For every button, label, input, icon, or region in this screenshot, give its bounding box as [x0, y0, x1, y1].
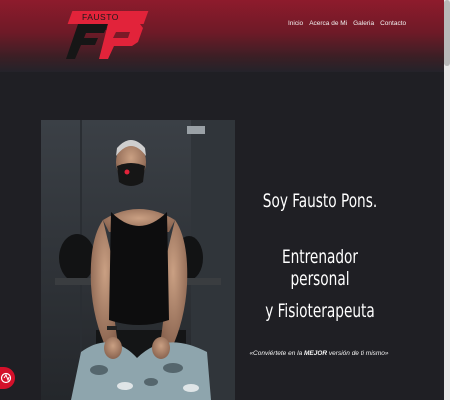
scrollbar-thumb[interactable]: [444, 0, 450, 66]
site-logo[interactable]: FAUSTO PONS: [64, 8, 149, 60]
fp-monogram-icon: [66, 24, 143, 59]
tagline-bold: MEJOR: [304, 350, 328, 357]
hero-tagline: «Conviértete en la MEJOR versión de ti m…: [244, 350, 394, 357]
tagline-pre: «Conviértete en la: [249, 350, 304, 357]
nav-acerca-de-mi[interactable]: Acerca de Mi: [309, 20, 347, 27]
main-nav: Inicio Acerca de Mi Galeria Contacto: [288, 20, 406, 27]
hero-line-2: Entrenador personal: [281, 246, 359, 290]
tagline-post: versión de ti mismo»: [327, 350, 389, 357]
scrollbar[interactable]: [444, 0, 450, 400]
trainer-photo-image: [41, 120, 235, 400]
site-header: FAUSTO PONS Inicio Acerca de Mi Galeria …: [0, 0, 444, 72]
nav-inicio[interactable]: Inicio: [288, 20, 303, 27]
nav-contacto[interactable]: Contacto: [380, 20, 406, 27]
hero-line-3: y Fisioterapeuta: [265, 300, 375, 322]
hero-title: Soy Fausto Pons.: [262, 190, 378, 212]
fitness-icon: [0, 372, 12, 384]
nav-galeria[interactable]: Galeria: [353, 20, 374, 27]
floating-action-button[interactable]: [0, 367, 15, 389]
hero-photo: [41, 120, 235, 400]
